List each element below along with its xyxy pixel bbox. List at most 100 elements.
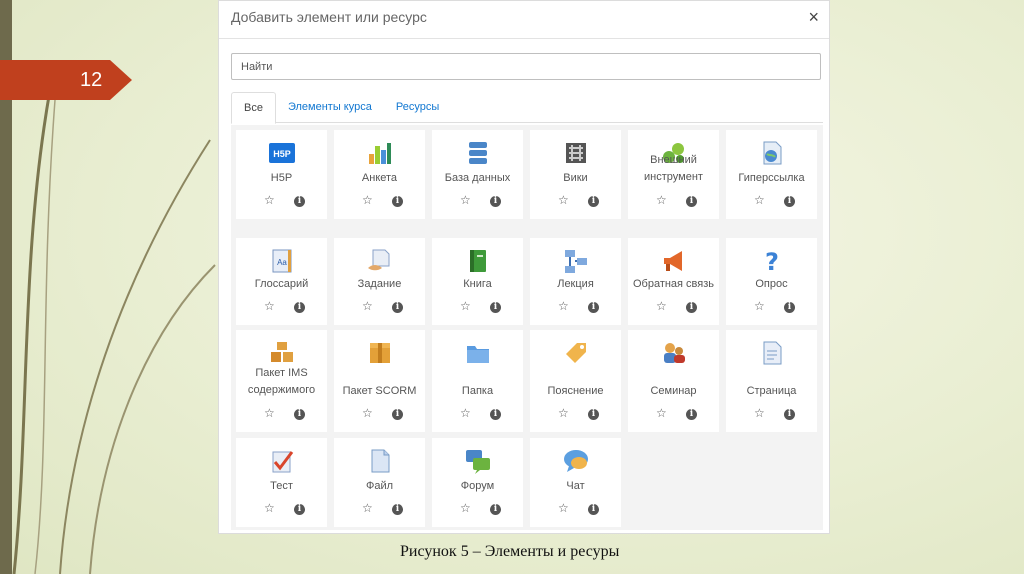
module-label: Книга — [463, 278, 492, 290]
module-label: Лекция — [557, 278, 594, 290]
module-label: Файл — [365, 480, 394, 492]
dialog-title: Добавить элемент или ресурс — [231, 9, 427, 25]
glossary-icon: Aa — [272, 249, 292, 273]
info-icon[interactable]: i — [686, 409, 697, 420]
info-icon[interactable]: i — [294, 302, 305, 313]
module-tile[interactable]: Страница ☆ i — [726, 330, 817, 432]
h5p-icon: H5P — [269, 143, 295, 163]
star-icon[interactable]: ☆ — [362, 193, 373, 207]
info-icon[interactable]: i — [490, 504, 501, 515]
module-tile[interactable]: Лекция ☆ i — [530, 238, 621, 325]
info-icon[interactable]: i — [490, 409, 501, 420]
star-icon[interactable]: ☆ — [460, 299, 471, 313]
info-icon[interactable]: i — [588, 196, 599, 207]
module-tile[interactable]: Тест ☆ i — [236, 438, 327, 527]
close-button[interactable]: × — [808, 7, 819, 28]
star-icon[interactable]: ☆ — [362, 406, 373, 420]
star-icon[interactable]: ☆ — [362, 299, 373, 313]
module-tile[interactable]: ? Опрос ☆ i — [726, 238, 817, 325]
module-label: Страница — [746, 385, 797, 397]
star-icon[interactable]: ☆ — [656, 299, 667, 313]
info-icon[interactable]: i — [294, 196, 305, 207]
svg-text:Aa: Aa — [277, 258, 287, 267]
module-tile[interactable]: Задание ☆ i — [334, 238, 425, 325]
forum-icon — [466, 450, 490, 474]
star-icon[interactable]: ☆ — [754, 193, 765, 207]
module-tile[interactable]: H5P H5P ☆ i — [236, 130, 327, 219]
search-input[interactable] — [231, 53, 821, 80]
info-icon[interactable]: i — [490, 302, 501, 313]
module-tile[interactable]: Семинар ☆ i — [628, 330, 719, 432]
module-label: Папка — [461, 385, 494, 397]
star-icon[interactable]: ☆ — [754, 299, 765, 313]
star-icon[interactable]: ☆ — [558, 501, 569, 515]
star-icon[interactable]: ☆ — [558, 299, 569, 313]
tab-course-activities[interactable]: Элементы курса — [276, 92, 384, 122]
module-label: Внешний инструмент — [644, 154, 703, 183]
module-tile[interactable]: Чат ☆ i — [530, 438, 621, 527]
module-tile[interactable]: Форум ☆ i — [432, 438, 523, 527]
bar-chart-icon — [369, 143, 391, 164]
star-icon[interactable]: ☆ — [656, 406, 667, 420]
module-tile[interactable]: Пакет SCORM ☆ i — [334, 330, 425, 432]
star-icon[interactable]: ☆ — [264, 501, 275, 515]
info-icon[interactable]: i — [784, 409, 795, 420]
star-icon[interactable]: ☆ — [460, 501, 471, 515]
module-tile[interactable]: Обратная связь ☆ i — [628, 238, 719, 325]
chat-icon — [564, 450, 588, 472]
module-tile[interactable]: Файл ☆ i — [334, 438, 425, 527]
info-icon[interactable]: i — [784, 302, 795, 313]
module-tile[interactable]: База данных ☆ i — [432, 130, 523, 219]
module-label: Пояснение — [547, 385, 604, 397]
info-icon[interactable]: i — [392, 302, 403, 313]
module-tile[interactable]: Анкета ☆ i — [334, 130, 425, 219]
assignment-icon — [368, 249, 390, 271]
module-tile[interactable]: Гиперссылка ☆ i — [726, 130, 817, 219]
module-label: Вики — [563, 172, 588, 184]
info-icon[interactable]: i — [392, 504, 403, 515]
info-icon[interactable]: i — [686, 196, 697, 207]
star-icon[interactable]: ☆ — [264, 193, 275, 207]
info-icon[interactable]: i — [294, 409, 305, 420]
module-tile[interactable]: Книга ☆ i — [432, 238, 523, 325]
star-icon[interactable]: ☆ — [754, 406, 765, 420]
box-icon — [370, 343, 390, 363]
module-grid: H5P H5P ☆ i Анкета ☆ i База данных ☆ i Вики ☆ i Внешн… — [231, 125, 823, 530]
info-icon[interactable]: i — [588, 504, 599, 515]
info-icon[interactable]: i — [392, 409, 403, 420]
tab-all[interactable]: Все — [231, 92, 276, 124]
module-tile[interactable]: Пакет IMS содержимого ☆ i — [236, 330, 327, 432]
info-icon[interactable]: i — [294, 504, 305, 515]
quiz-icon — [272, 451, 294, 473]
workshop-icon — [664, 343, 685, 363]
slide-number: 12 — [0, 60, 132, 100]
star-icon[interactable]: ☆ — [264, 406, 275, 420]
info-icon[interactable]: i — [686, 302, 697, 313]
tab-resources[interactable]: Ресурсы — [384, 92, 451, 122]
star-icon[interactable]: ☆ — [362, 501, 373, 515]
module-label: Гиперссылка — [738, 172, 805, 184]
module-label: Глоссарий — [254, 278, 309, 290]
info-icon[interactable]: i — [588, 302, 599, 313]
info-icon[interactable]: i — [490, 196, 501, 207]
module-tile[interactable]: Пояснение ☆ i — [530, 330, 621, 432]
star-icon[interactable]: ☆ — [460, 406, 471, 420]
star-icon[interactable]: ☆ — [558, 406, 569, 420]
module-label: H5P — [270, 172, 293, 184]
info-icon[interactable]: i — [784, 196, 795, 207]
module-tile[interactable]: Папка ☆ i — [432, 330, 523, 432]
module-tile[interactable]: Aa Глоссарий ☆ i — [236, 238, 327, 325]
dialog-header: Добавить элемент или ресурс × — [219, 1, 829, 39]
star-icon[interactable]: ☆ — [656, 193, 667, 207]
star-icon[interactable]: ☆ — [264, 299, 275, 313]
wiki-icon — [566, 143, 586, 163]
module-tile[interactable]: Вики ☆ i — [530, 130, 621, 219]
module-label: Чат — [566, 480, 585, 492]
question-icon: ? — [765, 248, 779, 274]
info-icon[interactable]: i — [392, 196, 403, 207]
info-icon[interactable]: i — [588, 409, 599, 420]
star-icon[interactable]: ☆ — [460, 193, 471, 207]
star-icon[interactable]: ☆ — [558, 193, 569, 207]
module-label: Анкета — [361, 172, 398, 184]
module-tile[interactable]: Внешний инструмент ☆ i — [628, 130, 719, 219]
